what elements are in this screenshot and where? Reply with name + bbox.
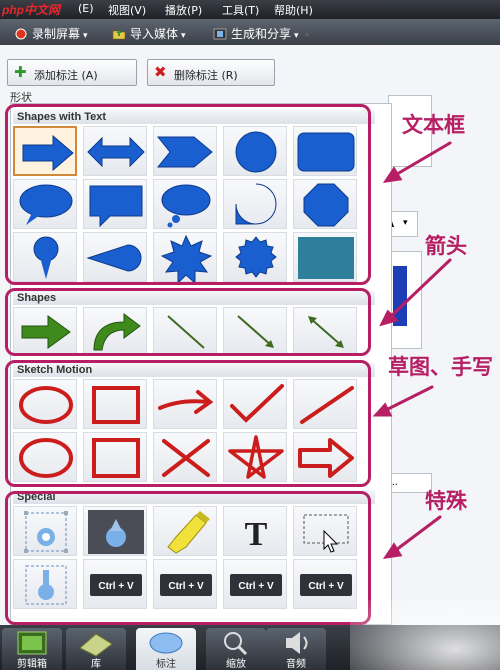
logo-text: php中文网 [2, 3, 60, 17]
chevron-down-icon: ▾ [83, 31, 88, 41]
magnifier-icon [224, 632, 248, 656]
import-label: 导入媒体 [130, 27, 179, 41]
tab-clip-bin-label: 剪辑箱 [17, 659, 47, 670]
tab-clip-bin[interactable]: 剪辑箱 [2, 628, 62, 670]
menu-help[interactable]: 帮助(H) [274, 2, 313, 18]
annotation-arrow-1 [390, 141, 452, 179]
speech-bubble-icon [149, 632, 183, 654]
watermark-fade [350, 600, 500, 670]
tab-audio[interactable]: 音频 [266, 628, 326, 670]
overflow-icon[interactable]: ◦ [305, 31, 310, 41]
speaker-icon [286, 632, 308, 654]
produce-share-button[interactable]: 生成和分享 ▾ ◦ [213, 25, 310, 42]
annotation-arrow-4 [390, 515, 442, 555]
tab-callouts[interactable]: 标注 [136, 628, 196, 670]
tab-zoom[interactable]: 缩放 [206, 628, 266, 670]
annotation-arrow-1-head [382, 166, 403, 183]
produce-label: 生成和分享 [231, 27, 292, 41]
record-icon [15, 28, 27, 40]
film-icon [213, 28, 227, 40]
menu-bar: php中文网 (E) 视图(V) 播放(P) 工具(T) 帮助(H) [0, 0, 500, 19]
chevron-down-icon: ▾ [181, 31, 186, 41]
record-screen-button[interactable]: 录制屏幕 ▾ [14, 25, 88, 42]
menu-tools[interactable]: 工具(T) [222, 2, 259, 18]
php-logo: php中文网 [2, 1, 60, 18]
menu-edit[interactable]: (E) [78, 2, 94, 15]
annotation-arrow-2 [386, 258, 452, 321]
tab-audio-label: 音频 [286, 659, 306, 670]
tab-callouts-label: 标注 [156, 659, 176, 670]
callouts-panel: ✚ 添加标注 (A) ✖ 删除标注 (R) 形状 A ▾ )... Shapes… [0, 45, 500, 625]
menu-view[interactable]: 视图(V) [108, 2, 146, 18]
film-strip-icon [17, 631, 47, 655]
annotation-arrows-overlay [372, 141, 452, 559]
tab-library-label: 库 [91, 659, 101, 670]
annotation-arrow-3 [380, 385, 434, 414]
menu-play[interactable]: 播放(P) [165, 2, 202, 18]
folder-icon [112, 30, 126, 40]
chevron-down-icon: ▾ [294, 31, 299, 41]
tab-library[interactable]: 库 [66, 628, 126, 670]
main-toolbar: 录制屏幕 ▾ 导入媒体 ▾ 生成和分享 ▾ ◦ [0, 19, 500, 45]
annotation-arrow-3-head [372, 402, 393, 417]
record-label: 录制屏幕 [32, 27, 81, 41]
import-media-button[interactable]: 导入媒体 ▾ [112, 25, 186, 42]
tab-zoom-label: 缩放 [226, 659, 246, 670]
library-icon [79, 633, 113, 657]
